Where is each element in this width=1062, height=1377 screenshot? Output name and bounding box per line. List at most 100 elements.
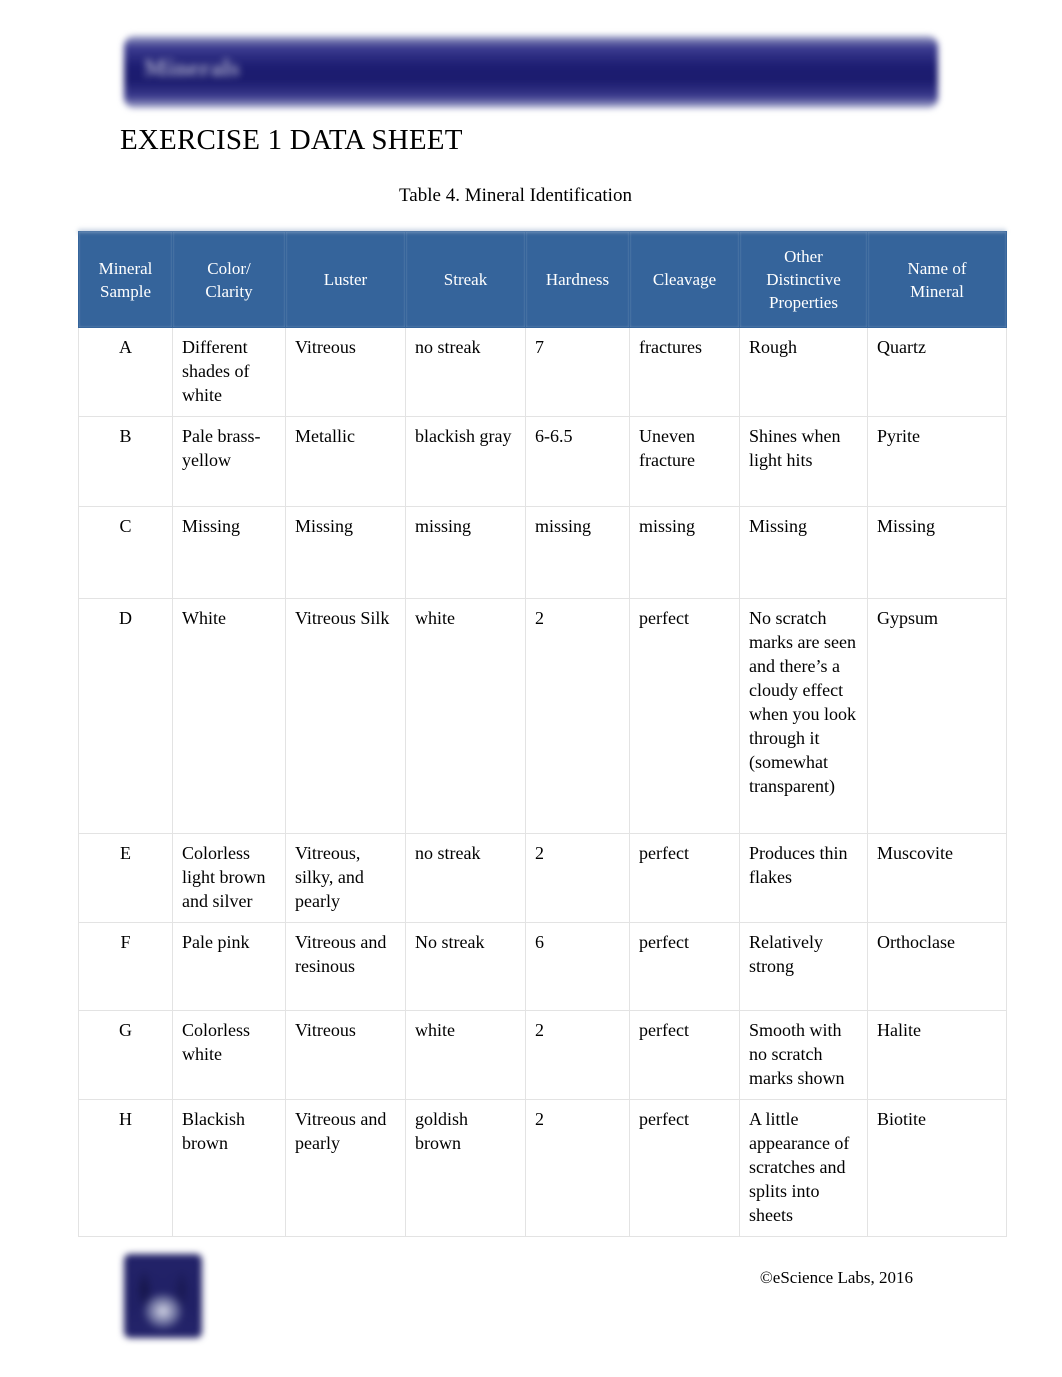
cell-hardness: 2	[525, 598, 630, 834]
cell-cleavage: perfect	[629, 833, 740, 923]
cell-other-properties: Relatively strong	[739, 922, 868, 1011]
table-caption: Table 4. Mineral Identification	[399, 185, 632, 206]
mineral-identification-table-wrapper: Mineral Sample Color/ Clarity Luster Str…	[78, 227, 1007, 1237]
header-line: Properties	[769, 293, 838, 312]
cell-cleavage: perfect	[629, 922, 740, 1011]
header-line: Clarity	[205, 281, 253, 301]
cell-other-properties: Shines when light hits	[739, 416, 868, 507]
cell-mineral-sample: H	[78, 1099, 173, 1237]
column-header-streak: Streak	[405, 231, 526, 328]
cell-mineral-sample: F	[78, 922, 173, 1011]
cell-streak: missing	[405, 506, 526, 599]
cell-name-of-mineral: Biotite	[867, 1099, 1007, 1237]
cell-mineral-sample: A	[78, 327, 173, 417]
cell-luster: Metallic	[285, 416, 406, 507]
table-row: G Colorless white Vitreous white 2 perfe…	[78, 1010, 1007, 1100]
cell-color-clarity: Pale brass-yellow	[172, 416, 286, 507]
header-line: Mineral	[910, 281, 964, 301]
column-header-cleavage: Cleavage	[629, 231, 740, 328]
cell-streak: white	[405, 598, 526, 834]
table-row: F Pale pink Vitreous and resinous No str…	[78, 922, 1007, 1011]
cell-hardness: 6	[525, 922, 630, 1011]
column-header-hardness: Hardness	[525, 231, 630, 328]
cell-cleavage: perfect	[629, 598, 740, 834]
cell-luster: Vitreous Silk	[285, 598, 406, 834]
cell-name-of-mineral: Missing	[867, 506, 1007, 599]
cell-hardness: 6-6.5	[525, 416, 630, 507]
cell-streak: blackish gray	[405, 416, 526, 507]
header-line: Distinctive	[766, 270, 841, 289]
column-header-name-of-mineral: Name of Mineral	[867, 231, 1007, 328]
cell-other-properties: Smooth with no scratch marks shown	[739, 1010, 868, 1100]
table-head: Mineral Sample Color/ Clarity Luster Str…	[78, 231, 1007, 328]
cell-color-clarity: Colorless light brown and silver	[172, 833, 286, 923]
footer-credit: ©eScience Labs, 2016	[0, 1267, 1031, 1289]
cell-mineral-sample: G	[78, 1010, 173, 1100]
header-line: Mineral	[98, 258, 153, 278]
header-line: Color/	[207, 258, 251, 278]
cell-streak: No streak	[405, 922, 526, 1011]
header-line: Cleavage	[652, 270, 717, 289]
cell-hardness: 2	[525, 1099, 630, 1237]
cell-name-of-mineral: Quartz	[867, 327, 1007, 417]
cell-mineral-sample: C	[78, 506, 173, 599]
cell-name-of-mineral: Orthoclase	[867, 922, 1007, 1011]
cell-name-of-mineral: Gypsum	[867, 598, 1007, 834]
cell-hardness: 2	[525, 1010, 630, 1100]
header-line: Sample	[100, 281, 151, 301]
cell-mineral-sample: B	[78, 416, 173, 507]
cell-luster: Missing	[285, 506, 406, 599]
footer-credit-text: ©eScience Labs, 2016	[759, 1268, 913, 1287]
header-line: Name of	[907, 258, 967, 278]
cell-color-clarity: Pale pink	[172, 922, 286, 1011]
cell-cleavage: missing	[629, 506, 740, 599]
table-row: H Blackish brown Vitreous and pearly gol…	[78, 1099, 1007, 1237]
cell-other-properties: Produces thin flakes	[739, 833, 868, 923]
cell-hardness: 7	[525, 327, 630, 417]
cell-hardness: missing	[525, 506, 630, 599]
cell-mineral-sample: E	[78, 833, 173, 923]
cell-color-clarity: Missing	[172, 506, 286, 599]
column-header-color-clarity: Color/ Clarity	[172, 231, 286, 328]
header-line: Hardness	[545, 270, 610, 289]
cell-hardness: 2	[525, 833, 630, 923]
cell-other-properties: Missing	[739, 506, 868, 599]
cell-luster: Vitreous and resinous	[285, 922, 406, 1011]
cell-name-of-mineral: Halite	[867, 1010, 1007, 1100]
cell-name-of-mineral: Pyrite	[867, 416, 1007, 507]
cell-other-properties: No scratch marks are seen and there’s a …	[739, 598, 868, 834]
cell-color-clarity: Different shades of white	[172, 327, 286, 417]
page-title: EXERCISE 1 DATA SHEET	[120, 124, 463, 156]
cell-cleavage: perfect	[629, 1010, 740, 1100]
table-header-row: Mineral Sample Color/ Clarity Luster Str…	[78, 231, 1007, 328]
cell-color-clarity: Blackish brown	[172, 1099, 286, 1237]
mineral-identification-table: Mineral Sample Color/ Clarity Luster Str…	[78, 231, 1007, 1237]
cell-streak: goldish brown	[405, 1099, 526, 1237]
header-line: Other	[784, 247, 823, 266]
table-row: A Different shades of white Vitreous no …	[78, 327, 1007, 417]
header-line: Luster	[323, 270, 368, 289]
cell-cleavage: Uneven fracture	[629, 416, 740, 507]
table-body: A Different shades of white Vitreous no …	[78, 327, 1007, 1237]
cell-luster: Vitreous and pearly	[285, 1099, 406, 1237]
cell-streak: no streak	[405, 833, 526, 923]
cell-luster: Vitreous	[285, 1010, 406, 1100]
cell-cleavage: fractures	[629, 327, 740, 417]
cell-streak: no streak	[405, 327, 526, 417]
banner-title: Minerals	[144, 56, 240, 82]
column-header-mineral-sample: Mineral Sample	[78, 231, 173, 328]
table-row: B Pale brass-yellow Metallic blackish gr…	[78, 416, 1007, 507]
cell-luster: Vitreous	[285, 327, 406, 417]
cell-other-properties: Rough	[739, 327, 868, 417]
page-header-banner: Minerals	[120, 30, 942, 114]
table-row: D White Vitreous Silk white 2 perfect No…	[78, 598, 1007, 834]
cell-mineral-sample: D	[78, 598, 173, 834]
cell-cleavage: perfect	[629, 1099, 740, 1237]
cell-other-properties: A little appearance of scratches and spl…	[739, 1099, 868, 1237]
table-row: E Colorless light brown and silver Vitre…	[78, 833, 1007, 923]
table-row: C Missing Missing missing missing missin…	[78, 506, 1007, 599]
cell-luster: Vitreous, silky, and pearly	[285, 833, 406, 923]
header-line: Streak	[443, 270, 488, 289]
cell-name-of-mineral: Muscovite	[867, 833, 1007, 923]
cell-color-clarity: White	[172, 598, 286, 834]
